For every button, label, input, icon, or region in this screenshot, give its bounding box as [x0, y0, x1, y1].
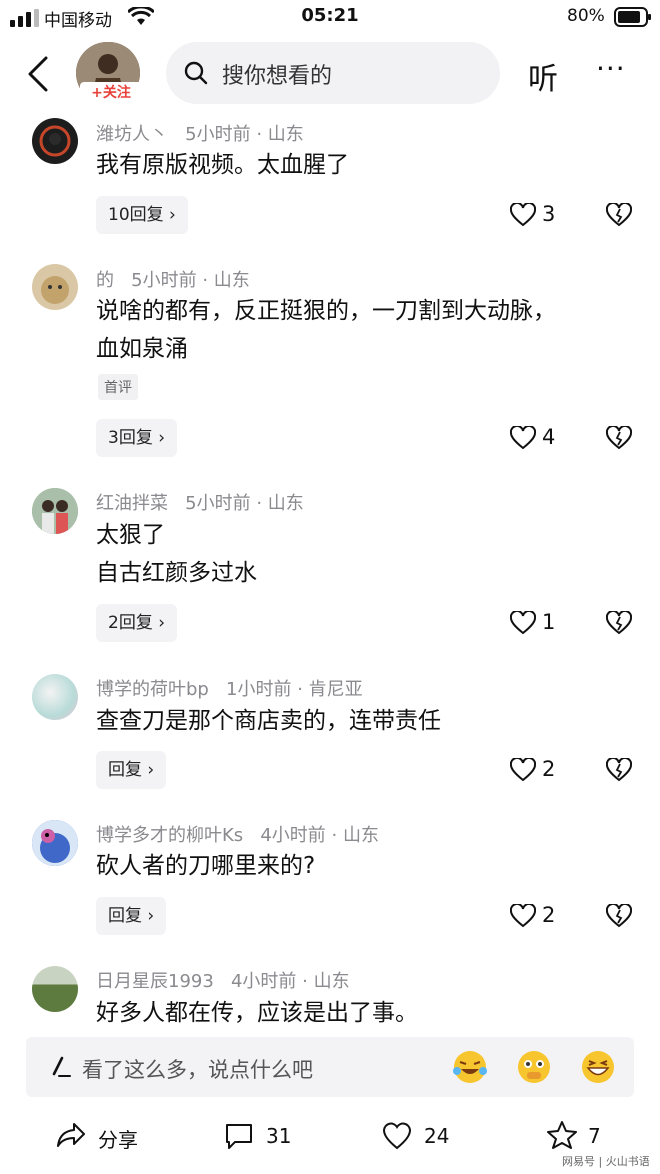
- listen-button[interactable]: 听: [528, 54, 558, 98]
- comment-meta: 日月星辰1993 4小时前 · 山东: [96, 971, 350, 992]
- like-count: 2: [542, 757, 556, 781]
- comment-meta: 的 5小时前 · 山东: [96, 270, 250, 291]
- username[interactable]: 日月星辰1993: [96, 971, 214, 992]
- first-comment-tag: 首评: [98, 374, 138, 400]
- username[interactable]: 博学的荷叶bp: [96, 679, 209, 700]
- search-input[interactable]: [166, 42, 500, 104]
- share-button[interactable]: 分享: [98, 1124, 138, 1153]
- heart-icon[interactable]: [510, 426, 536, 450]
- comment-text: 血如泉涌: [96, 336, 188, 362]
- comment-time: 1小时前: [226, 679, 292, 700]
- dislike-icon[interactable]: [606, 904, 632, 928]
- dislike-icon[interactable]: [606, 426, 632, 450]
- like-count: 4: [542, 425, 556, 449]
- comment-text: 查查刀是那个商店卖的，连带责任: [96, 708, 441, 734]
- comment-time: 4小时前: [230, 971, 297, 992]
- grin-emoji-icon[interactable]: [580, 1049, 616, 1085]
- heart-icon[interactable]: [510, 203, 536, 227]
- heart-icon[interactable]: [510, 758, 536, 782]
- reply-button[interactable]: 3回复 ›: [96, 419, 178, 457]
- reply-button[interactable]: 回复 ›: [96, 751, 167, 789]
- heart-icon[interactable]: [510, 611, 536, 635]
- clock: 05:21: [301, 5, 359, 26]
- dislike-icon[interactable]: [606, 203, 632, 227]
- status-bar: 中国移动 05:21 80%: [0, 0, 660, 34]
- comment-text: 说啥的都有，反正挺狠的，一刀割到大动脉，: [96, 298, 556, 324]
- comment-text: 砍人者的刀哪里来的?: [96, 853, 316, 879]
- like-count: 1: [542, 610, 556, 634]
- username[interactable]: 潍坊人丶: [96, 124, 168, 145]
- avatar[interactable]: [32, 118, 78, 164]
- avatar[interactable]: [32, 674, 78, 720]
- like-count: 3: [542, 202, 556, 226]
- comment-icon[interactable]: [224, 1122, 254, 1150]
- heart-icon[interactable]: [510, 904, 536, 928]
- share-icon[interactable]: [56, 1122, 86, 1148]
- avatar[interactable]: [32, 488, 78, 534]
- comment-location: 山东: [342, 825, 379, 846]
- battery-icon: [614, 7, 651, 27]
- battery-percent: 80%: [567, 6, 605, 26]
- laugh-cry-emoji-icon[interactable]: [452, 1049, 488, 1085]
- search-placeholder: 搜你想看的: [222, 64, 333, 89]
- reply-button[interactable]: 2回复 ›: [96, 604, 178, 642]
- reply-button[interactable]: 10回复 ›: [96, 196, 188, 234]
- avatar[interactable]: [32, 264, 78, 310]
- comment-meta: 潍坊人丶 5小时前 · 山东: [96, 124, 304, 145]
- comment-time: 5小时前: [185, 124, 251, 145]
- comment-text: 自古红颜多过水: [96, 560, 257, 586]
- username[interactable]: 的: [96, 270, 114, 291]
- comment-meta: 博学多才的柳叶Ks 4小时前 · 山东: [96, 825, 379, 846]
- comment-meta: 红油拌菜 5小时前 · 山东: [96, 493, 304, 514]
- comment-count[interactable]: 31: [266, 1124, 291, 1148]
- comment-location: 山东: [267, 124, 304, 145]
- comment-location: 山东: [213, 270, 250, 291]
- search-icon: [184, 61, 208, 85]
- dislike-icon[interactable]: [606, 611, 632, 635]
- pleading-emoji-icon[interactable]: [516, 1049, 552, 1085]
- follow-button[interactable]: +关注: [80, 82, 142, 104]
- comment-time: 4小时前: [260, 825, 326, 846]
- comment-location: 山东: [267, 493, 304, 514]
- comment-text: 我有原版视频。太血腥了: [96, 152, 349, 178]
- comment-location: 山东: [313, 971, 350, 992]
- dislike-icon[interactable]: [606, 758, 632, 782]
- pen-icon: [52, 1056, 71, 1077]
- comment-meta: 博学的荷叶bp 1小时前 · 肯尼亚: [96, 679, 363, 700]
- username[interactable]: 博学多才的柳叶Ks: [96, 825, 243, 846]
- username[interactable]: 红油拌菜: [96, 493, 168, 514]
- comment-input-placeholder: 看了这么多，说点什么吧: [82, 1058, 313, 1082]
- like-icon[interactable]: [382, 1122, 412, 1150]
- comment-text: 好多人都在传，应该是出了事。: [96, 1000, 418, 1026]
- reply-button[interactable]: 回复 ›: [96, 897, 167, 935]
- watermark: 网易号 | 火山书语: [562, 1155, 650, 1168]
- avatar[interactable]: [32, 966, 78, 1012]
- back-icon[interactable]: [26, 56, 50, 92]
- star-icon[interactable]: [546, 1120, 578, 1150]
- like-count-bottom[interactable]: 24: [424, 1124, 449, 1148]
- comment-text: 太狠了: [96, 522, 165, 548]
- comment-time: 5小时前: [131, 270, 197, 291]
- comment-time: 5小时前: [185, 493, 251, 514]
- like-count: 2: [542, 903, 556, 927]
- favorite-count[interactable]: 7: [588, 1124, 601, 1148]
- more-button[interactable]: ···: [596, 52, 626, 85]
- avatar[interactable]: [32, 820, 78, 866]
- comment-location: 肯尼亚: [308, 679, 363, 700]
